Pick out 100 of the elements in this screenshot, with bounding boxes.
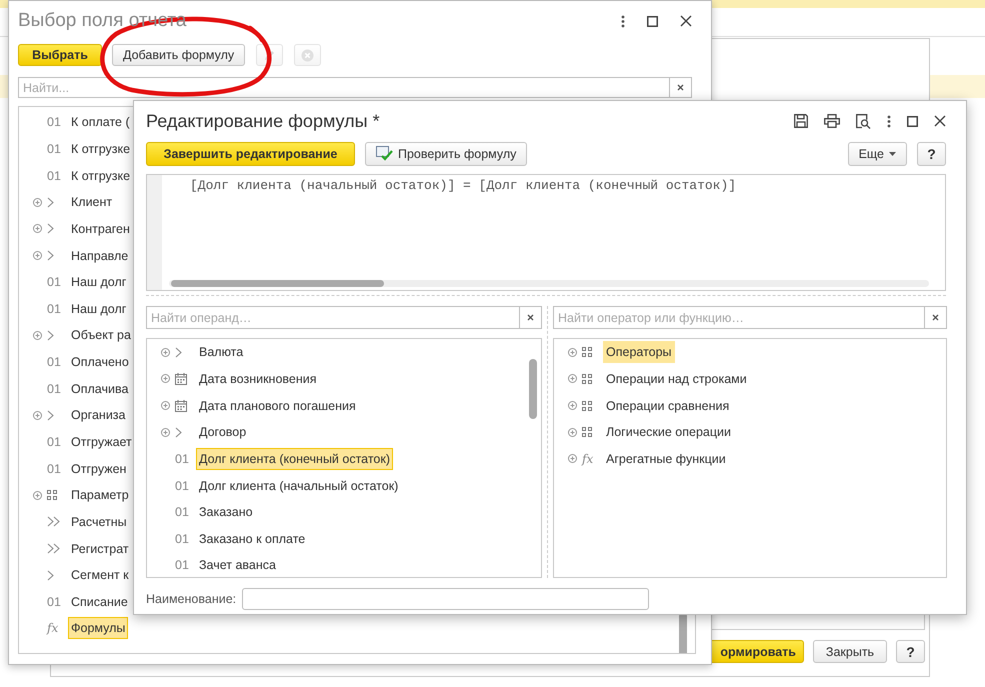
grid-icon	[582, 374, 592, 384]
expand-icon[interactable]	[33, 490, 42, 500]
preview-icon[interactable]	[856, 114, 871, 128]
scrollbar[interactable]	[529, 359, 537, 419]
expand-icon[interactable]	[568, 401, 577, 410]
type-label: 01	[47, 355, 61, 370]
double-chevron-icon	[47, 543, 60, 554]
action-button[interactable]: Закрыть	[813, 640, 887, 663]
primary-button[interactable]: Завершить редактирование	[146, 142, 355, 166]
type-label: 01	[47, 435, 61, 449]
tree-item[interactable]: Параметр	[68, 484, 132, 506]
type-label: 01	[175, 478, 189, 493]
expand-icon[interactable]	[161, 374, 170, 384]
tree-item[interactable]: Зачет аванса	[196, 554, 279, 576]
tree-item[interactable]: Отгружен	[68, 458, 130, 480]
maximize-icon[interactable]	[647, 16, 658, 26]
close-icon[interactable]	[680, 15, 692, 27]
expand-icon[interactable]	[568, 428, 577, 437]
type-label: 01	[175, 452, 189, 466]
search-field[interactable]: Найти оператор или функцию…	[553, 306, 924, 329]
more-menu-button[interactable]: Еще	[848, 142, 907, 166]
tree-item[interactable]: Наш долг	[68, 298, 130, 320]
tree-item[interactable]: Клиент	[68, 191, 116, 214]
tree-item[interactable]: Формулы	[68, 617, 128, 640]
type-label: 01	[47, 115, 61, 130]
function-label: fx	[47, 621, 58, 636]
action-button[interactable]: Проверить формулу	[365, 142, 528, 166]
name-field[interactable]	[242, 588, 650, 610]
tree-item[interactable]: Направле	[68, 244, 132, 267]
tree-item[interactable]: Организа	[68, 404, 128, 426]
tree-item[interactable]: Контраген	[68, 218, 133, 240]
type-label: 01	[47, 275, 61, 290]
tree-item[interactable]: Дата возникновения	[196, 368, 320, 390]
tree-item[interactable]: Заказано	[196, 501, 256, 524]
tree-item[interactable]: Сегмент к	[68, 564, 132, 586]
tree-item[interactable]: Логические операции	[603, 421, 734, 444]
tree-item[interactable]: Оплачива	[68, 378, 132, 400]
calendar-icon	[175, 400, 187, 412]
expand-icon[interactable]	[33, 410, 42, 420]
type-label: 01	[47, 462, 61, 476]
tree-item[interactable]: Наш долг	[68, 271, 130, 294]
document-check-icon	[376, 146, 393, 162]
tree-item[interactable]: Расчетны	[68, 510, 130, 533]
tree-item[interactable]: Оплачено	[68, 351, 132, 374]
expand-icon[interactable]	[568, 454, 577, 464]
expand-icon[interactable]	[33, 330, 42, 340]
tree-item[interactable]: К оплате (	[68, 111, 133, 134]
tree-item[interactable]: Списание	[68, 590, 131, 613]
expand-icon[interactable]	[161, 401, 170, 410]
search-field[interactable]: Найти...	[18, 77, 669, 98]
tree-item[interactable]: Дата планового погашения	[196, 394, 359, 417]
tree-item[interactable]: Регистрат	[68, 538, 132, 560]
expand-icon[interactable]	[161, 428, 170, 437]
clear-button[interactable]	[669, 77, 692, 98]
tree-item[interactable]: Долг клиента (начальный остаток)	[196, 474, 402, 497]
action-button[interactable]: Добавить формулу	[112, 44, 246, 66]
expand-icon[interactable]	[33, 251, 42, 260]
tree-item[interactable]: Агрегатные функции	[603, 448, 729, 470]
tree-item[interactable]: Валюта	[196, 341, 246, 364]
formula-editor[interactable]: [Долг клиента (начальный остаток)] = [Долг клиента (конечный остаток)]	[146, 174, 946, 291]
clear-icon	[677, 84, 684, 91]
search-field[interactable]: Найти операнд…	[146, 306, 519, 329]
more-icon[interactable]	[621, 14, 625, 28]
pencil-icon	[263, 48, 276, 62]
tree-item[interactable]: Операции над строками	[603, 368, 750, 390]
grid-icon	[582, 400, 592, 411]
print-icon[interactable]	[824, 114, 840, 128]
expand-icon[interactable]	[33, 198, 42, 207]
expand-icon[interactable]	[568, 374, 577, 384]
type-label: 01	[47, 302, 61, 316]
close-icon[interactable]	[934, 115, 946, 127]
field-label: Наименование:	[146, 592, 236, 606]
expand-icon[interactable]	[161, 348, 170, 357]
tree-item[interactable]: Операторы	[603, 341, 675, 364]
expand-icon[interactable]	[568, 348, 577, 357]
help-button[interactable]: ?	[917, 142, 946, 166]
tree-item[interactable]: Объект ра	[68, 324, 134, 346]
tree-item[interactable]: Заказано к оплате	[196, 528, 308, 550]
clear-icon	[932, 314, 939, 321]
function-label: fx	[582, 452, 594, 466]
type-label: 01	[47, 168, 61, 183]
tree-item[interactable]: К отгрузке	[68, 164, 134, 187]
help-button[interactable]: ?	[896, 640, 925, 663]
primary-button[interactable]: Выбрать	[18, 44, 102, 66]
chevron-icon	[47, 330, 54, 341]
maximize-icon[interactable]	[907, 116, 918, 126]
tree-item[interactable]: Операции сравнения	[603, 394, 732, 417]
clear-button[interactable]	[519, 306, 542, 329]
clear-button[interactable]	[924, 306, 947, 329]
tree-item[interactable]: Долг клиента (конечный остаток)	[196, 448, 394, 470]
grid-icon	[582, 427, 592, 438]
window-title: Редактирование формулы *	[146, 110, 380, 132]
grid-icon	[582, 347, 592, 358]
tree-item[interactable]: Отгружает	[68, 431, 135, 453]
expand-icon[interactable]	[33, 224, 42, 234]
save-icon[interactable]	[794, 114, 808, 128]
more-icon[interactable]	[887, 114, 891, 128]
type-label: 01	[47, 142, 61, 156]
tree-item[interactable]: К отгрузке	[68, 138, 134, 160]
tree-item[interactable]: Договор	[196, 421, 250, 444]
